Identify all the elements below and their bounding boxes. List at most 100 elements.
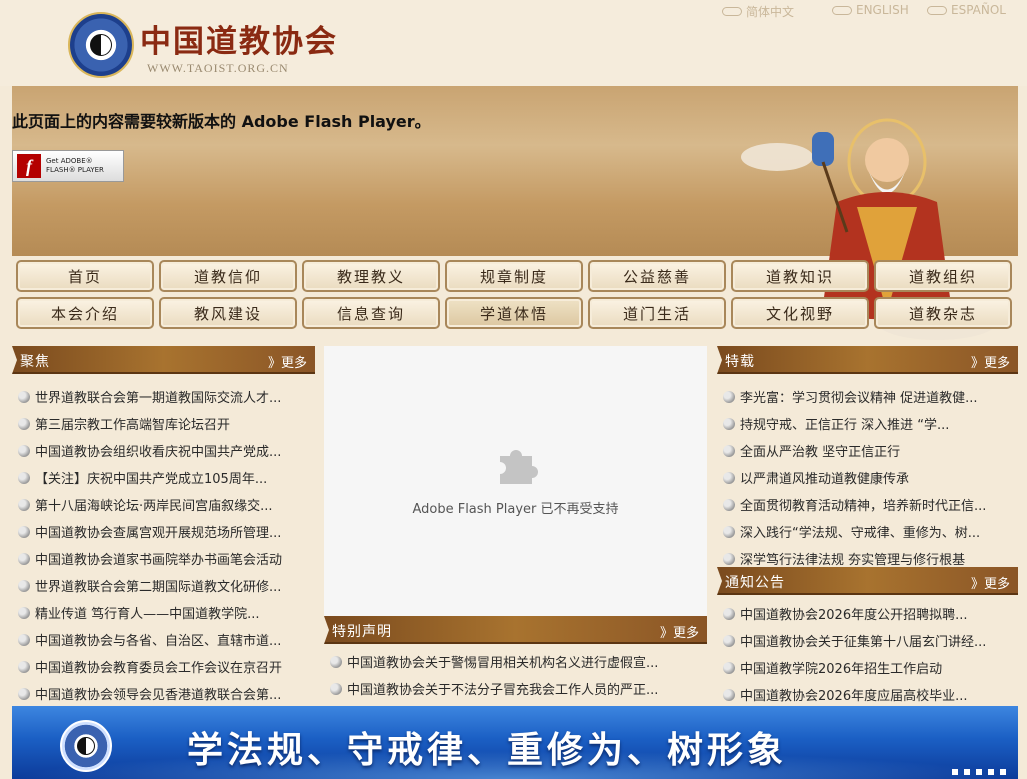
flash-plugin-placeholder: Adobe Flash Player 已不再受支持 [324, 346, 707, 616]
focus-item[interactable]: 精业传道 笃行育人——中国道教学院... [12, 599, 315, 626]
nav-home[interactable]: 首页 [16, 260, 154, 292]
notice-item[interactable]: 中国道教协会2026年度公开招聘拟聘... [717, 600, 1018, 627]
lang-label: 简体中文 [746, 5, 795, 19]
nav-taoist-organizations[interactable]: 道教组织 [874, 260, 1012, 292]
special-item[interactable]: 中国道教协会关于警惕冒用相关机构名义进行虚假宣... [324, 648, 707, 675]
feature-item[interactable]: 全面从严治教 坚守正信正行 [717, 437, 1018, 464]
focus-item[interactable]: 中国道教协会查属宫观开展规范场所管理... [12, 518, 315, 545]
carousel-dot[interactable] [952, 769, 958, 775]
feature-item[interactable]: 全面贯彻教育活动精神，培养新时代正信... [717, 491, 1018, 518]
bullet-icon [18, 390, 30, 403]
get-flash-player-button[interactable]: f Get ADOBE® FLASH® PLAYER [12, 150, 124, 182]
focus-list: 世界道教联合会第一期道教国际交流人才... 第三届宗教工作高端智库论坛召开 中国… [12, 383, 315, 707]
middle-section: Adobe Flash Player 已不再受支持 特别声明 》更多 中国道教协… [324, 346, 707, 706]
bullet-icon [723, 661, 735, 674]
focus-item[interactable]: 世界道教联合会第一期道教国际交流人才... [12, 383, 315, 410]
carousel-dot[interactable] [964, 769, 970, 775]
nav-about[interactable]: 本会介绍 [16, 297, 154, 329]
feature-item[interactable]: 深学笃行法律法规 夯实管理与修行根基 [717, 545, 1018, 567]
bullet-icon [18, 633, 30, 646]
focus-item[interactable]: 世界道教联合会第二期国际道教文化研修... [12, 572, 315, 599]
focus-item[interactable]: 中国道教协会教育委员会工作会议在京召开 [12, 653, 315, 680]
notice-item[interactable]: 中国道教协会2026年度应届高校毕业... [717, 681, 1018, 708]
focus-item[interactable]: 【关注】庆祝中国共产党成立105周年... [12, 464, 315, 491]
flash-required-message: 此页面上的内容需要较新版本的 Adobe Flash Player。 [12, 112, 431, 131]
notice-title: 通知公告 [725, 575, 785, 591]
focus-more-link[interactable]: 》更多 [268, 352, 307, 371]
focus-item[interactable]: 中国道教协会领导会见香港道教联合会第... [12, 680, 315, 707]
nav-info-query[interactable]: 信息查询 [302, 297, 440, 329]
feature-item[interactable]: 深入践行“学法规、守戒律、重修为、树... [717, 518, 1018, 545]
bullet-icon [18, 660, 30, 673]
notice-header: 通知公告 》更多 [717, 567, 1018, 595]
nav-cultural-vision[interactable]: 文化视野 [731, 297, 869, 329]
bullet-icon [723, 417, 735, 430]
nav-taoist-faith[interactable]: 道教信仰 [159, 260, 297, 292]
bullet-icon [18, 498, 30, 511]
feature-header: 特载 》更多 [717, 346, 1018, 374]
feature-item[interactable]: 李光富：学习贯彻会议精神 促进道教健... [717, 383, 1018, 410]
nav-row-2: 本会介绍 教风建设 信息查询 学道体悟 道门生活 文化视野 道教杂志 [16, 297, 1018, 329]
feature-item[interactable]: 以严肃道风推动道教健康传承 [717, 464, 1018, 491]
notice-more-link[interactable]: 》更多 [971, 573, 1010, 592]
lang-spanish[interactable]: ESPAÑOL [927, 3, 1006, 17]
bullet-icon [330, 655, 342, 668]
bullet-icon [18, 525, 30, 538]
notice-list: 中国道教协会2026年度公开招聘拟聘... 中国道教协会关于征集第十八届玄门讲经… [717, 600, 1018, 708]
focus-item[interactable]: 中国道教协会组织收看庆祝中国共产党成... [12, 437, 315, 464]
flash-badge-line2: FLASH® PLAYER [46, 166, 104, 174]
nav-charity[interactable]: 公益慈善 [588, 260, 726, 292]
carousel-dot[interactable] [988, 769, 994, 775]
carousel-dot[interactable] [976, 769, 982, 775]
nav-style-building[interactable]: 教风建设 [159, 297, 297, 329]
nav-taoist-knowledge[interactable]: 道教知识 [731, 260, 869, 292]
nav-taoist-life[interactable]: 道门生活 [588, 297, 726, 329]
focus-section: 聚焦 》更多 世界道教联合会第一期道教国际交流人才... 第三届宗教工作高端智库… [12, 346, 315, 706]
nav-taoist-magazine[interactable]: 道教杂志 [874, 297, 1012, 329]
focus-item[interactable]: 中国道教协会与各省、自治区、直辖市道... [12, 626, 315, 653]
feature-more-link[interactable]: 》更多 [971, 352, 1010, 371]
nav-regulations[interactable]: 规章制度 [445, 260, 583, 292]
special-more-link[interactable]: 》更多 [660, 622, 699, 641]
nav-doctrine[interactable]: 教理教义 [302, 260, 440, 292]
nav-study-insights[interactable]: 学道体悟 [445, 297, 583, 329]
special-item[interactable]: 中国道教协会关于不法分子冒充我会工作人员的严正... [324, 675, 707, 702]
bullet-icon [18, 606, 30, 619]
bullet-icon [18, 687, 30, 700]
bullet-icon [18, 471, 30, 484]
flash-banner: 此页面上的内容需要较新版本的 Adobe Flash Player。 f Get… [12, 86, 1018, 340]
bullet-icon [723, 688, 735, 701]
slogan-banner[interactable]: 学法规、守戒律、重修为、树形象 [12, 706, 1018, 779]
bullet-icon [723, 634, 735, 647]
lang-simplified-chinese[interactable]: 简体中文 [722, 3, 794, 20]
flash-badge-line1: Get ADOBE® [46, 157, 93, 165]
site-title[interactable]: 中国道教协会 [140, 16, 338, 61]
bullet-icon [723, 552, 735, 565]
association-emblem-icon [60, 720, 112, 772]
right-section: 特载 》更多 李光富：学习贯彻会议精神 促进道教健... 持规守戒、正信正行 深… [717, 346, 1018, 706]
feature-title: 特载 [725, 354, 755, 370]
slogan-text: 学法规、守戒律、重修为、树形象 [187, 729, 788, 771]
lang-english[interactable]: ENGLISH [832, 3, 909, 17]
focus-item[interactable]: 中国道教协会道家书画院举办书画笔会活动 [12, 545, 315, 572]
bullet-icon [723, 471, 735, 484]
focus-item[interactable]: 第三届宗教工作高端智库论坛召开 [12, 410, 315, 437]
special-header: 特别声明 》更多 [324, 616, 707, 644]
feature-item[interactable]: 持规守戒、正信正行 深入推进 “学... [717, 410, 1018, 437]
notice-item[interactable]: 中国道教协会关于征集第十八届玄门讲经... [717, 627, 1018, 654]
main-nav: 首页 道教信仰 教理教义 规章制度 公益慈善 道教知识 道教组织 本会介绍 教风… [16, 260, 1018, 334]
carousel-dots[interactable] [952, 769, 1006, 775]
focus-item[interactable]: 第十八届海峡论坛·两岸民间宫庙叙缘交... [12, 491, 315, 518]
bullet-icon [18, 444, 30, 457]
cloud-icon [832, 5, 852, 15]
special-list: 中国道教协会关于警惕冒用相关机构名义进行虚假宣... 中国道教协会关于不法分子冒… [324, 648, 707, 702]
carousel-dot[interactable] [1000, 769, 1006, 775]
nav-row-1: 首页 道教信仰 教理教义 规章制度 公益慈善 道教知识 道教组织 [16, 260, 1018, 292]
flash-logo-icon: f [17, 154, 41, 178]
puzzle-plugin-icon [500, 450, 538, 484]
notice-item[interactable]: 中国道教学院2026年招生工作启动 [717, 654, 1018, 681]
cloud-icon [722, 7, 742, 16]
taoist-association-logo[interactable] [68, 12, 134, 78]
special-title: 特别声明 [332, 624, 392, 640]
bullet-icon [723, 498, 735, 511]
